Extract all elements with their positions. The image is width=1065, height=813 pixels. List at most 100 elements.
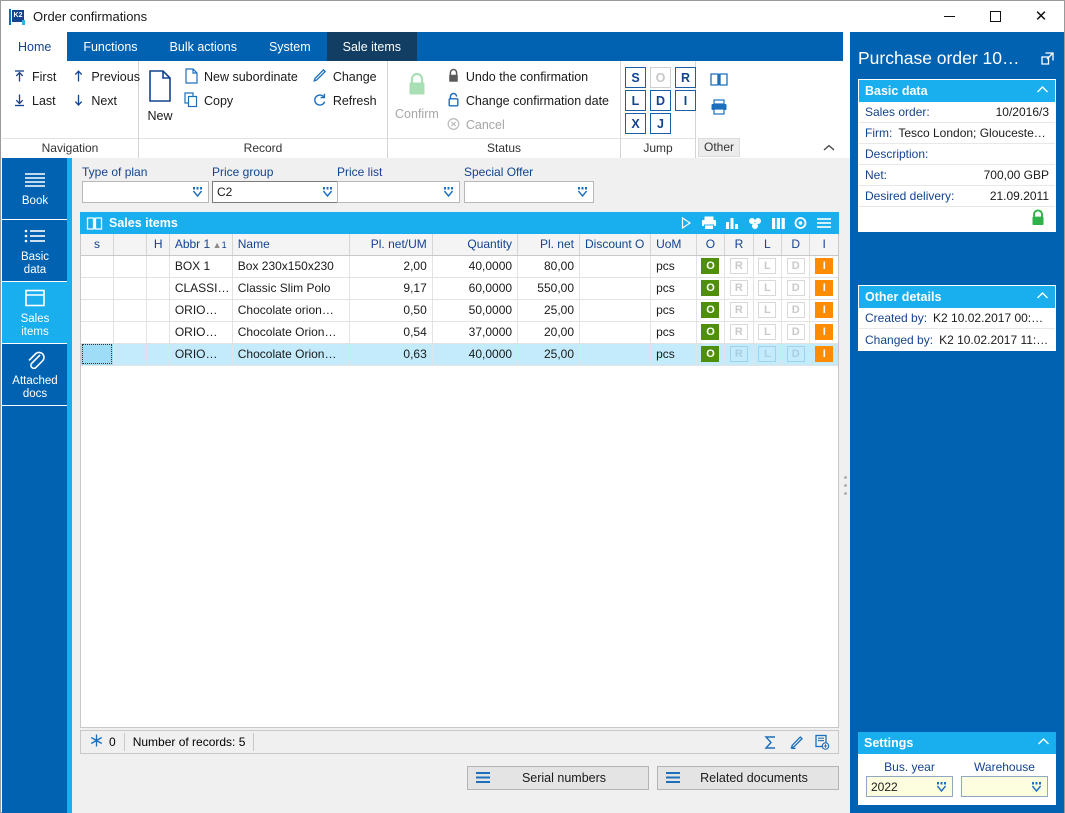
chevron-up-icon[interactable] xyxy=(1036,291,1055,303)
maximize-button[interactable] xyxy=(972,2,1018,32)
tab-home[interactable]: Home xyxy=(2,32,68,61)
cell-flag-d[interactable]: D xyxy=(781,277,811,300)
nav-last-button[interactable]: Last xyxy=(8,89,61,113)
jump-button-j[interactable]: J xyxy=(650,113,671,134)
sidebar-item-book[interactable]: Book xyxy=(2,158,68,220)
cell-flag-i[interactable]: I xyxy=(809,255,838,278)
chevron-up-icon[interactable] xyxy=(1037,737,1056,749)
close-button[interactable]: ✕ xyxy=(1018,2,1064,32)
table-row[interactable]: ORIO… Chocolate Orion… 0,63 40,0000 25,0… xyxy=(81,343,838,366)
sidebar-item-attached-docs[interactable]: Attached docs xyxy=(2,344,68,406)
serial-numbers-button[interactable]: Serial numbers xyxy=(467,766,649,790)
card-settings-header[interactable]: Settings xyxy=(858,732,1056,754)
chart-bar-icon[interactable] xyxy=(721,213,743,233)
jump-button-x[interactable]: X xyxy=(625,113,646,134)
edit-pencil-icon[interactable] xyxy=(786,732,806,752)
chevron-up-icon[interactable] xyxy=(1036,85,1055,97)
col-i[interactable]: I xyxy=(809,234,838,256)
cell-flag-i[interactable]: I xyxy=(809,343,838,366)
cell-flag-d[interactable]: D xyxy=(781,299,811,322)
cell-flag-l[interactable]: L xyxy=(753,299,783,322)
nav-previous-button[interactable]: Previous xyxy=(67,65,145,89)
copy-button[interactable]: Copy xyxy=(179,89,303,113)
nav-next-button[interactable]: Next xyxy=(67,89,145,113)
filter-price-group-input[interactable]: C2 xyxy=(212,181,339,203)
col-s[interactable]: s xyxy=(81,234,114,256)
sum-sigma-icon[interactable] xyxy=(760,732,780,752)
undo-confirmation-button[interactable]: Undo the confirmation xyxy=(442,65,614,89)
print-icon[interactable] xyxy=(698,213,720,233)
col-d[interactable]: D xyxy=(781,234,811,256)
minimize-button[interactable] xyxy=(926,2,972,32)
table-row[interactable]: ORIO… Chocolate orion… 0,50 50,0000 25,0… xyxy=(81,299,838,322)
ribbon-collapse-button[interactable] xyxy=(821,140,837,156)
dropdown-icon[interactable] xyxy=(190,184,206,200)
cell-flag-l[interactable]: L xyxy=(753,255,783,278)
col-pl-net[interactable]: Pl. net xyxy=(517,234,580,256)
cell-flag-r[interactable]: R xyxy=(724,299,754,322)
cell-flag-i[interactable]: I xyxy=(809,277,838,300)
add-record-icon[interactable] xyxy=(812,732,832,752)
book-icon[interactable] xyxy=(706,67,732,91)
cell-flag-r[interactable]: R xyxy=(724,321,754,344)
new-record-button[interactable]: New xyxy=(145,65,175,137)
table-row[interactable]: ORIO… Chocolate Orion… 0,54 37,0000 20,0… xyxy=(81,321,838,344)
jump-button-l[interactable]: L xyxy=(625,90,646,111)
columns-icon[interactable] xyxy=(767,213,789,233)
cell-flag-o[interactable]: O xyxy=(696,343,726,366)
cell-flag-l[interactable]: L xyxy=(753,321,783,344)
jump-button-i[interactable]: I xyxy=(675,90,696,111)
cell-flag-l[interactable]: L xyxy=(753,277,783,300)
dropdown-icon[interactable] xyxy=(441,184,457,200)
pivot-icon[interactable] xyxy=(744,213,766,233)
filter-price-list-input[interactable] xyxy=(337,181,460,203)
open-external-icon[interactable] xyxy=(1038,49,1056,67)
tab-functions[interactable]: Functions xyxy=(67,32,153,61)
dropdown-icon[interactable] xyxy=(934,779,950,795)
filter-indicator[interactable]: 0 xyxy=(81,731,124,753)
col-r[interactable]: R xyxy=(724,234,754,256)
col-uom[interactable]: UoM xyxy=(650,234,697,256)
col-quantity[interactable]: Quantity xyxy=(432,234,519,256)
jump-button-o[interactable]: O xyxy=(650,67,671,88)
cancel-button[interactable]: Cancel xyxy=(442,113,614,137)
nav-first-button[interactable]: First xyxy=(8,65,61,89)
cell-flag-l[interactable]: L xyxy=(753,343,783,366)
confirm-button[interactable]: Confirm xyxy=(394,65,440,137)
cell-flag-r[interactable]: R xyxy=(724,343,754,366)
card-other-details-header[interactable]: Other details xyxy=(859,286,1055,308)
new-subordinate-button[interactable]: New subordinate xyxy=(179,65,303,89)
menu-hamburger-icon[interactable] xyxy=(813,213,835,233)
tab-bulk-actions[interactable]: Bulk actions xyxy=(154,32,253,61)
dropdown-icon[interactable] xyxy=(575,184,591,200)
jump-button-d[interactable]: D xyxy=(650,90,671,111)
card-basic-data-header[interactable]: Basic data xyxy=(859,80,1055,102)
col-name[interactable]: Name xyxy=(232,234,350,256)
cell-flag-r[interactable]: R xyxy=(724,255,754,278)
cell-flag-d[interactable]: D xyxy=(781,255,811,278)
change-confirmation-date-button[interactable]: Change confirmation date xyxy=(442,89,614,113)
table-row[interactable]: BOX 1 Box 230x150x230 2,00 40,0000 80,00… xyxy=(81,255,838,278)
col-pl-net-um[interactable]: Pl. net/UM xyxy=(349,234,433,256)
change-button[interactable]: Change xyxy=(307,65,382,89)
col-h[interactable]: H xyxy=(146,234,170,256)
cell-flag-i[interactable]: I xyxy=(809,299,838,322)
field-warehouse-input[interactable] xyxy=(961,776,1048,797)
cell-flag-o[interactable]: O xyxy=(696,321,726,344)
cell-flag-o[interactable]: O xyxy=(696,277,726,300)
col-blank[interactable] xyxy=(113,234,148,256)
panel-splitter[interactable] xyxy=(841,158,850,813)
run-play-icon[interactable] xyxy=(675,213,697,233)
settings-gear-icon[interactable] xyxy=(790,213,812,233)
printer-icon[interactable] xyxy=(706,95,732,119)
table-row[interactable]: CLASSI… Classic Slim Polo 9,17 60,0000 5… xyxy=(81,277,838,300)
refresh-button[interactable]: Refresh xyxy=(307,89,382,113)
cell-flag-o[interactable]: O xyxy=(696,255,726,278)
col-o[interactable]: O xyxy=(696,234,726,256)
field-business-year-input[interactable]: 2022 xyxy=(866,776,953,797)
col-discount[interactable]: Discount O xyxy=(579,234,652,256)
sidebar-item-basic-data[interactable]: Basic data xyxy=(2,220,68,282)
cell-flag-o[interactable]: O xyxy=(696,299,726,322)
sidebar-item-sales-items[interactable]: Sales items xyxy=(2,282,68,344)
cell-flag-d[interactable]: D xyxy=(781,321,811,344)
